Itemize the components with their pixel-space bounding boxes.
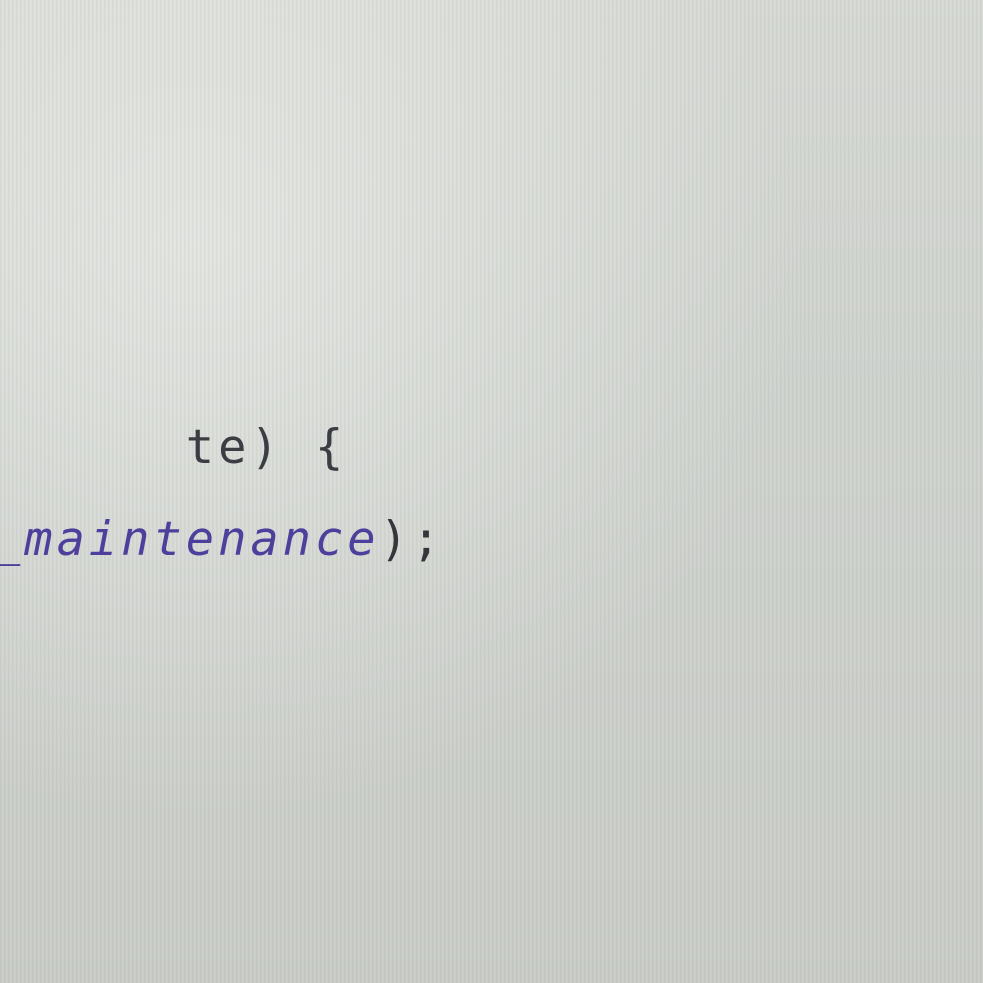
code-line-2-suffix: ); [379,512,445,567]
code-line-2-identifier: maintenance [24,512,380,567]
code-editor-area[interactable]: te) { _maintenance); [0,340,972,600]
code-line-2-prefix: _ [0,512,24,567]
monitor-screen: te) { _maintenance); [0,0,983,983]
code-line-2: _maintenance); [0,510,444,570]
code-line-1-text: te) { [185,420,348,475]
